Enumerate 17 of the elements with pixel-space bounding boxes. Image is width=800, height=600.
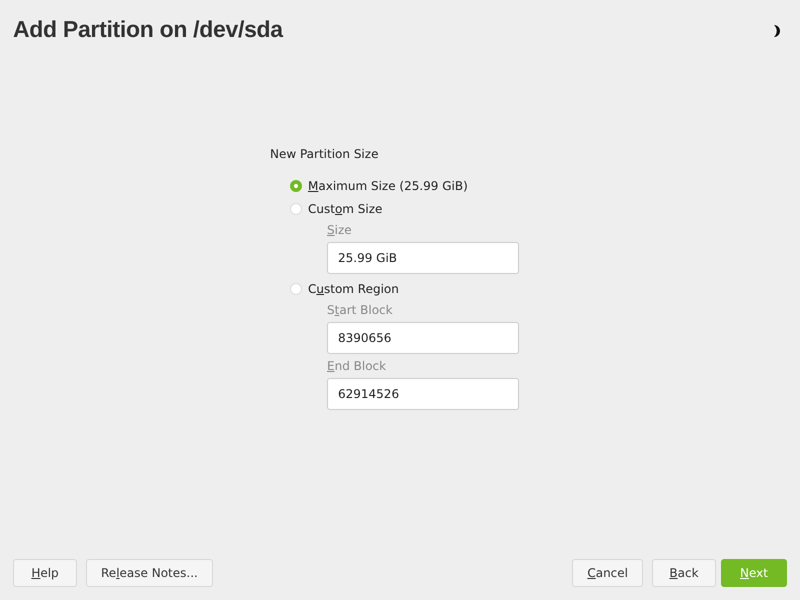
radio-button[interactable] — [290, 180, 302, 192]
field-label: Start Block — [327, 303, 394, 317]
group-title: New Partition Size — [270, 147, 380, 161]
radio-label[interactable]: Maximum Size (25.99 GiB) — [308, 179, 468, 193]
footer-button[interactable]: Help — [13, 559, 77, 587]
footer-button[interactable]: Cancel — [572, 559, 643, 587]
radio-label[interactable]: Custom Region — [308, 282, 399, 296]
footer-button[interactable]: Back — [652, 559, 716, 587]
field-label: Size — [327, 223, 353, 237]
input-field[interactable]: 62914526 — [327, 378, 519, 410]
footer-button[interactable]: Release Notes... — [86, 559, 213, 587]
field-label: End Block — [327, 359, 388, 373]
input-field[interactable]: 25.99 GiB — [327, 242, 519, 274]
radio-label[interactable]: Custom Size — [308, 202, 382, 216]
moon-icon[interactable] — [773, 24, 783, 38]
input-field[interactable]: 8390656 — [327, 322, 519, 354]
window-title: Add Partition on /dev/sda — [13, 16, 283, 43]
